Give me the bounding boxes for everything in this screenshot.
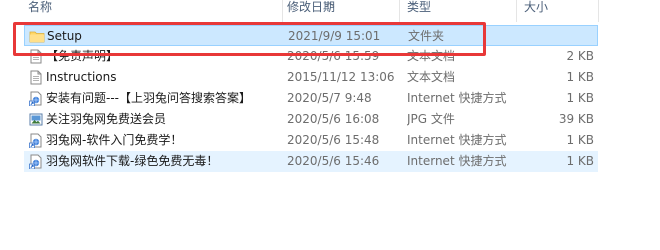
- file-date-modified: 2020/5/6 15:46: [287, 154, 380, 168]
- image-file-icon: [29, 113, 43, 126]
- annotation-highlight-box: [13, 22, 486, 56]
- internet-shortcut-icon: [29, 133, 42, 148]
- file-date-modified: 2020/5/7 9:48: [287, 91, 372, 105]
- internet-shortcut-icon: [29, 91, 42, 106]
- internet-shortcut-icon: [29, 154, 42, 169]
- file-size: 39 KB: [558, 112, 594, 126]
- file-row[interactable]: 羽兔网软件下载-绿色免费无毒！ 2020/5/6 15:46 Internet 快捷…: [24, 151, 598, 172]
- column-header-date[interactable]: 修改日期: [279, 0, 399, 17]
- file-date-modified: 2020/5/6 16:08: [287, 112, 380, 126]
- file-name: 羽兔网-软件入门免费学！: [46, 133, 183, 147]
- file-size: [521, 26, 595, 47]
- file-type: Internet 快捷方式: [407, 154, 507, 168]
- column-divider[interactable]: [598, 0, 599, 22]
- file-type: Internet 快捷方式: [407, 91, 507, 105]
- file-type: Internet 快捷方式: [407, 133, 507, 147]
- file-size: 1 KB: [566, 91, 594, 105]
- file-name: 关注羽兔网免费送会员: [46, 112, 167, 126]
- file-type: 文本文档: [407, 70, 456, 84]
- file-row[interactable]: 安装有问题---【上羽兔问答搜索答案】 2020/5/7 9:48 Internet…: [24, 88, 598, 109]
- file-row[interactable]: 关注羽兔网免费送会员 2020/5/6 16:08 JPG 文件 39 KB: [24, 109, 598, 130]
- file-row[interactable]: 羽兔网-软件入门免费学！ 2020/5/6 15:48 Internet 快捷方式 1…: [24, 130, 598, 151]
- file-size: 1 KB: [566, 154, 594, 168]
- text-file-icon: [30, 70, 42, 85]
- file-size: 1 KB: [566, 70, 594, 84]
- column-header-name[interactable]: 名称: [20, 0, 282, 17]
- file-type: JPG 文件: [407, 112, 455, 126]
- file-date-modified: 2020/5/6 15:48: [287, 133, 380, 147]
- file-row[interactable]: Instructions 2015/11/12 13:06 文本文档 1 KB: [24, 67, 598, 88]
- column-header-type[interactable]: 类型: [399, 0, 516, 17]
- file-name: 羽兔网软件下载-绿色免费无毒！: [46, 154, 219, 168]
- file-size: 2 KB: [566, 49, 594, 63]
- column-header-bar: 名称 修改日期 类型 大小: [0, 0, 660, 22]
- column-header-size[interactable]: 大小: [516, 0, 596, 17]
- file-name: Instructions: [46, 70, 117, 84]
- file-date-modified: 2015/11/12 13:06: [287, 70, 395, 84]
- file-size: 1 KB: [566, 133, 594, 147]
- file-name: 安装有问题---【上羽兔问答搜索答案】: [46, 91, 251, 105]
